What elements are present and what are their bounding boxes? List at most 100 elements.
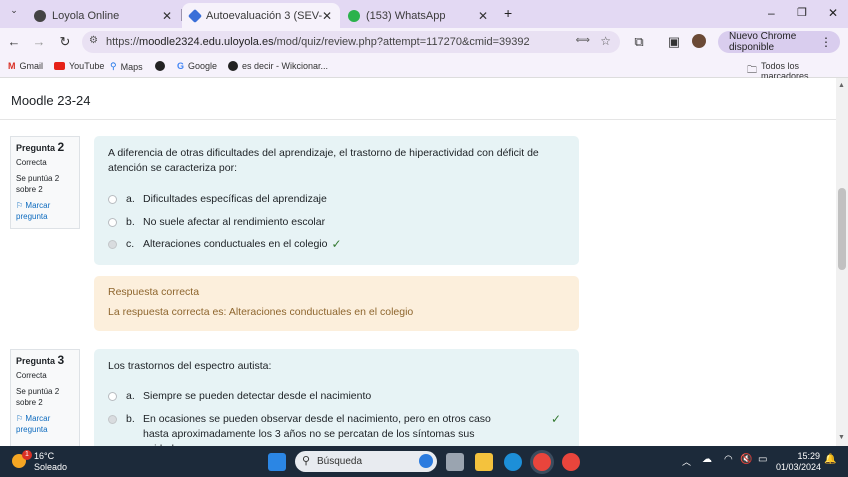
- flag-icon: ⚐: [16, 201, 24, 210]
- tab-whatsapp[interactable]: (153) WhatsApp ✕: [340, 3, 496, 28]
- flag-question-link[interactable]: ⚐ Marcar pregunta: [16, 200, 74, 222]
- question-num: 3: [57, 353, 65, 367]
- bookmarks-bar: M Gmail YouTube ⚲ Maps G Google es decir - …: [0, 56, 848, 81]
- search-icon: ⚲: [302, 455, 311, 467]
- restore-button[interactable]: ❐: [797, 6, 807, 19]
- notification-icon[interactable]: 🔔: [824, 454, 836, 465]
- tab-title: (153) WhatsApp: [366, 9, 446, 22]
- bookmark-label: YouTube: [69, 61, 105, 71]
- folder-icon: 🗀: [747, 64, 757, 76]
- extensions-icon[interactable]: ⧉: [631, 34, 647, 50]
- forward-icon[interactable]: →: [31, 34, 47, 49]
- chrome-update-button[interactable]: Nuevo Chrome disponible ⋮: [718, 31, 840, 53]
- bookmark-label: Google: [188, 61, 218, 71]
- chrome-icon[interactable]: [562, 453, 580, 471]
- tab-loyola-online[interactable]: Loyola Online ✕: [26, 3, 180, 28]
- taskbar-search[interactable]: ⚲ Búsqueda: [295, 451, 437, 472]
- radio-button-selected: [108, 240, 117, 249]
- search-placeholder: Búsqueda: [317, 456, 363, 467]
- right-answer-text: La respuesta correcta es: Alteraciones c…: [108, 306, 414, 318]
- address-bar[interactable]: ⚙ https://moodle2324.edu.uloyola.es/mod/…: [82, 31, 620, 53]
- clock-time[interactable]: 15:29: [778, 451, 820, 461]
- option-letter: c.: [126, 238, 135, 250]
- radio-button: [108, 195, 117, 204]
- bookmark-youtube[interactable]: YouTube: [54, 61, 104, 71]
- question-grade: Se puntúa 2 sobre 2: [16, 174, 60, 194]
- scrollbar-thumb[interactable]: [838, 188, 846, 270]
- option-letter: b.: [126, 216, 135, 228]
- scroll-down-icon[interactable]: ▼: [838, 434, 845, 441]
- tab-bar: ⌄ Loyola Online ✕ Autoevaluación 3 (SEV-…: [0, 0, 848, 28]
- bookmark-globe[interactable]: [155, 61, 169, 71]
- file-explorer-icon[interactable]: [475, 453, 493, 471]
- translate-icon[interactable]: ⟺: [576, 35, 590, 46]
- cloud-icon[interactable]: ☁: [702, 454, 712, 465]
- option-text: En ocasiones se pueden observar desde el…: [143, 413, 491, 446]
- star-icon[interactable]: ☆: [600, 34, 611, 48]
- question-info: Pregunta 3 Correcta Se puntúa 2 sobre 2 …: [10, 349, 80, 446]
- battery-icon[interactable]: ▭: [758, 454, 767, 465]
- task-view-icon[interactable]: [446, 453, 464, 471]
- radio-button-selected: [108, 415, 117, 424]
- chevron-up-icon[interactable]: ︿: [682, 455, 691, 468]
- moodle-icon: [187, 8, 203, 23]
- bookmark-label: Maps: [120, 61, 143, 72]
- bookmark-wikcionario[interactable]: es decir - Wikcionar...: [228, 61, 328, 71]
- option-text: Alteraciones conductuales en el colegio: [143, 238, 328, 250]
- bookmark-gmail[interactable]: M Gmail: [8, 61, 43, 71]
- back-icon[interactable]: ←: [6, 34, 22, 49]
- tab-title: Loyola Online: [52, 9, 120, 22]
- google-icon: G: [177, 61, 185, 71]
- new-tab-button[interactable]: +: [504, 5, 512, 21]
- flag-question-link[interactable]: ⚐ Marcar pregunta: [16, 413, 74, 435]
- youtube-icon: [54, 62, 65, 70]
- question-number: Pregunta 2: [16, 140, 74, 154]
- feedback-box: Respuesta correcta La respuesta correcta…: [94, 276, 579, 331]
- close-window-button[interactable]: ✕: [828, 6, 838, 20]
- side-panel-icon[interactable]: ▣: [666, 34, 682, 50]
- radio-button: [108, 218, 117, 227]
- option-letter: a.: [126, 193, 135, 205]
- clock-date[interactable]: 01/03/2024: [776, 462, 821, 472]
- windows-start-icon[interactable]: [268, 453, 286, 471]
- question-label: Pregunta: [16, 143, 56, 153]
- question-grade: Se puntúa 2 sobre 2: [16, 387, 60, 407]
- minimize-button[interactable]: –: [768, 6, 775, 20]
- option-letter: a.: [126, 390, 135, 402]
- url-host: moodle2324.edu.uloyola.es: [139, 36, 274, 48]
- bookmark-maps[interactable]: ⚲ Maps: [110, 61, 143, 72]
- scroll-up-icon[interactable]: ▲: [838, 82, 845, 89]
- maps-icon: ⚲: [110, 61, 117, 71]
- site-name[interactable]: Moodle 23-24: [11, 93, 91, 108]
- volume-muted-icon[interactable]: 🔇: [740, 454, 752, 465]
- bookmark-google[interactable]: G Google: [177, 61, 217, 71]
- option-letter: b.: [126, 413, 135, 425]
- gmail-icon: M: [8, 61, 16, 71]
- page-scrollbar[interactable]: ▲ ▼: [836, 78, 848, 446]
- url-prefix: https://: [106, 36, 140, 48]
- question-formulation: Los trastornos del espectro autista: a. …: [94, 349, 579, 446]
- page-header: Moodle 23-24: [0, 78, 836, 120]
- close-tab-icon[interactable]: ✕: [162, 9, 172, 23]
- reload-icon[interactable]: ↻: [57, 34, 73, 50]
- menu-icon[interactable]: ⋮: [820, 35, 832, 49]
- question-formulation: A diferencia de otras dificultades del a…: [94, 136, 579, 265]
- wifi-icon[interactable]: ◠: [724, 454, 733, 465]
- site-info-icon[interactable]: ⚙: [89, 35, 98, 46]
- url-path: /mod/quiz/review.php?attempt=117270&cmid…: [273, 36, 530, 48]
- tab-search-icon[interactable]: ⌄: [6, 5, 22, 16]
- question-number: Pregunta 3: [16, 353, 74, 367]
- close-tab-icon[interactable]: ✕: [322, 9, 332, 23]
- chrome-icon[interactable]: [533, 453, 551, 471]
- close-tab-icon[interactable]: ✕: [478, 9, 488, 23]
- question-num: 2: [57, 140, 65, 154]
- answer-option-a: a. Dificultades específicas del aprendiz…: [108, 192, 327, 207]
- avatar[interactable]: [692, 34, 706, 48]
- tab-autoevaluacion[interactable]: Autoevaluación 3 (SEV-A): Revi ✕: [182, 3, 340, 28]
- page-content: Moodle 23-24 Pregunta 2 Correcta Se punt…: [0, 78, 836, 446]
- edge-icon[interactable]: [504, 453, 522, 471]
- flag-icon: ⚐: [16, 414, 24, 423]
- option-text: Siempre se pueden detectar desde el naci…: [143, 390, 372, 402]
- check-icon: ✓: [551, 412, 562, 426]
- check-icon: ✓: [331, 237, 342, 251]
